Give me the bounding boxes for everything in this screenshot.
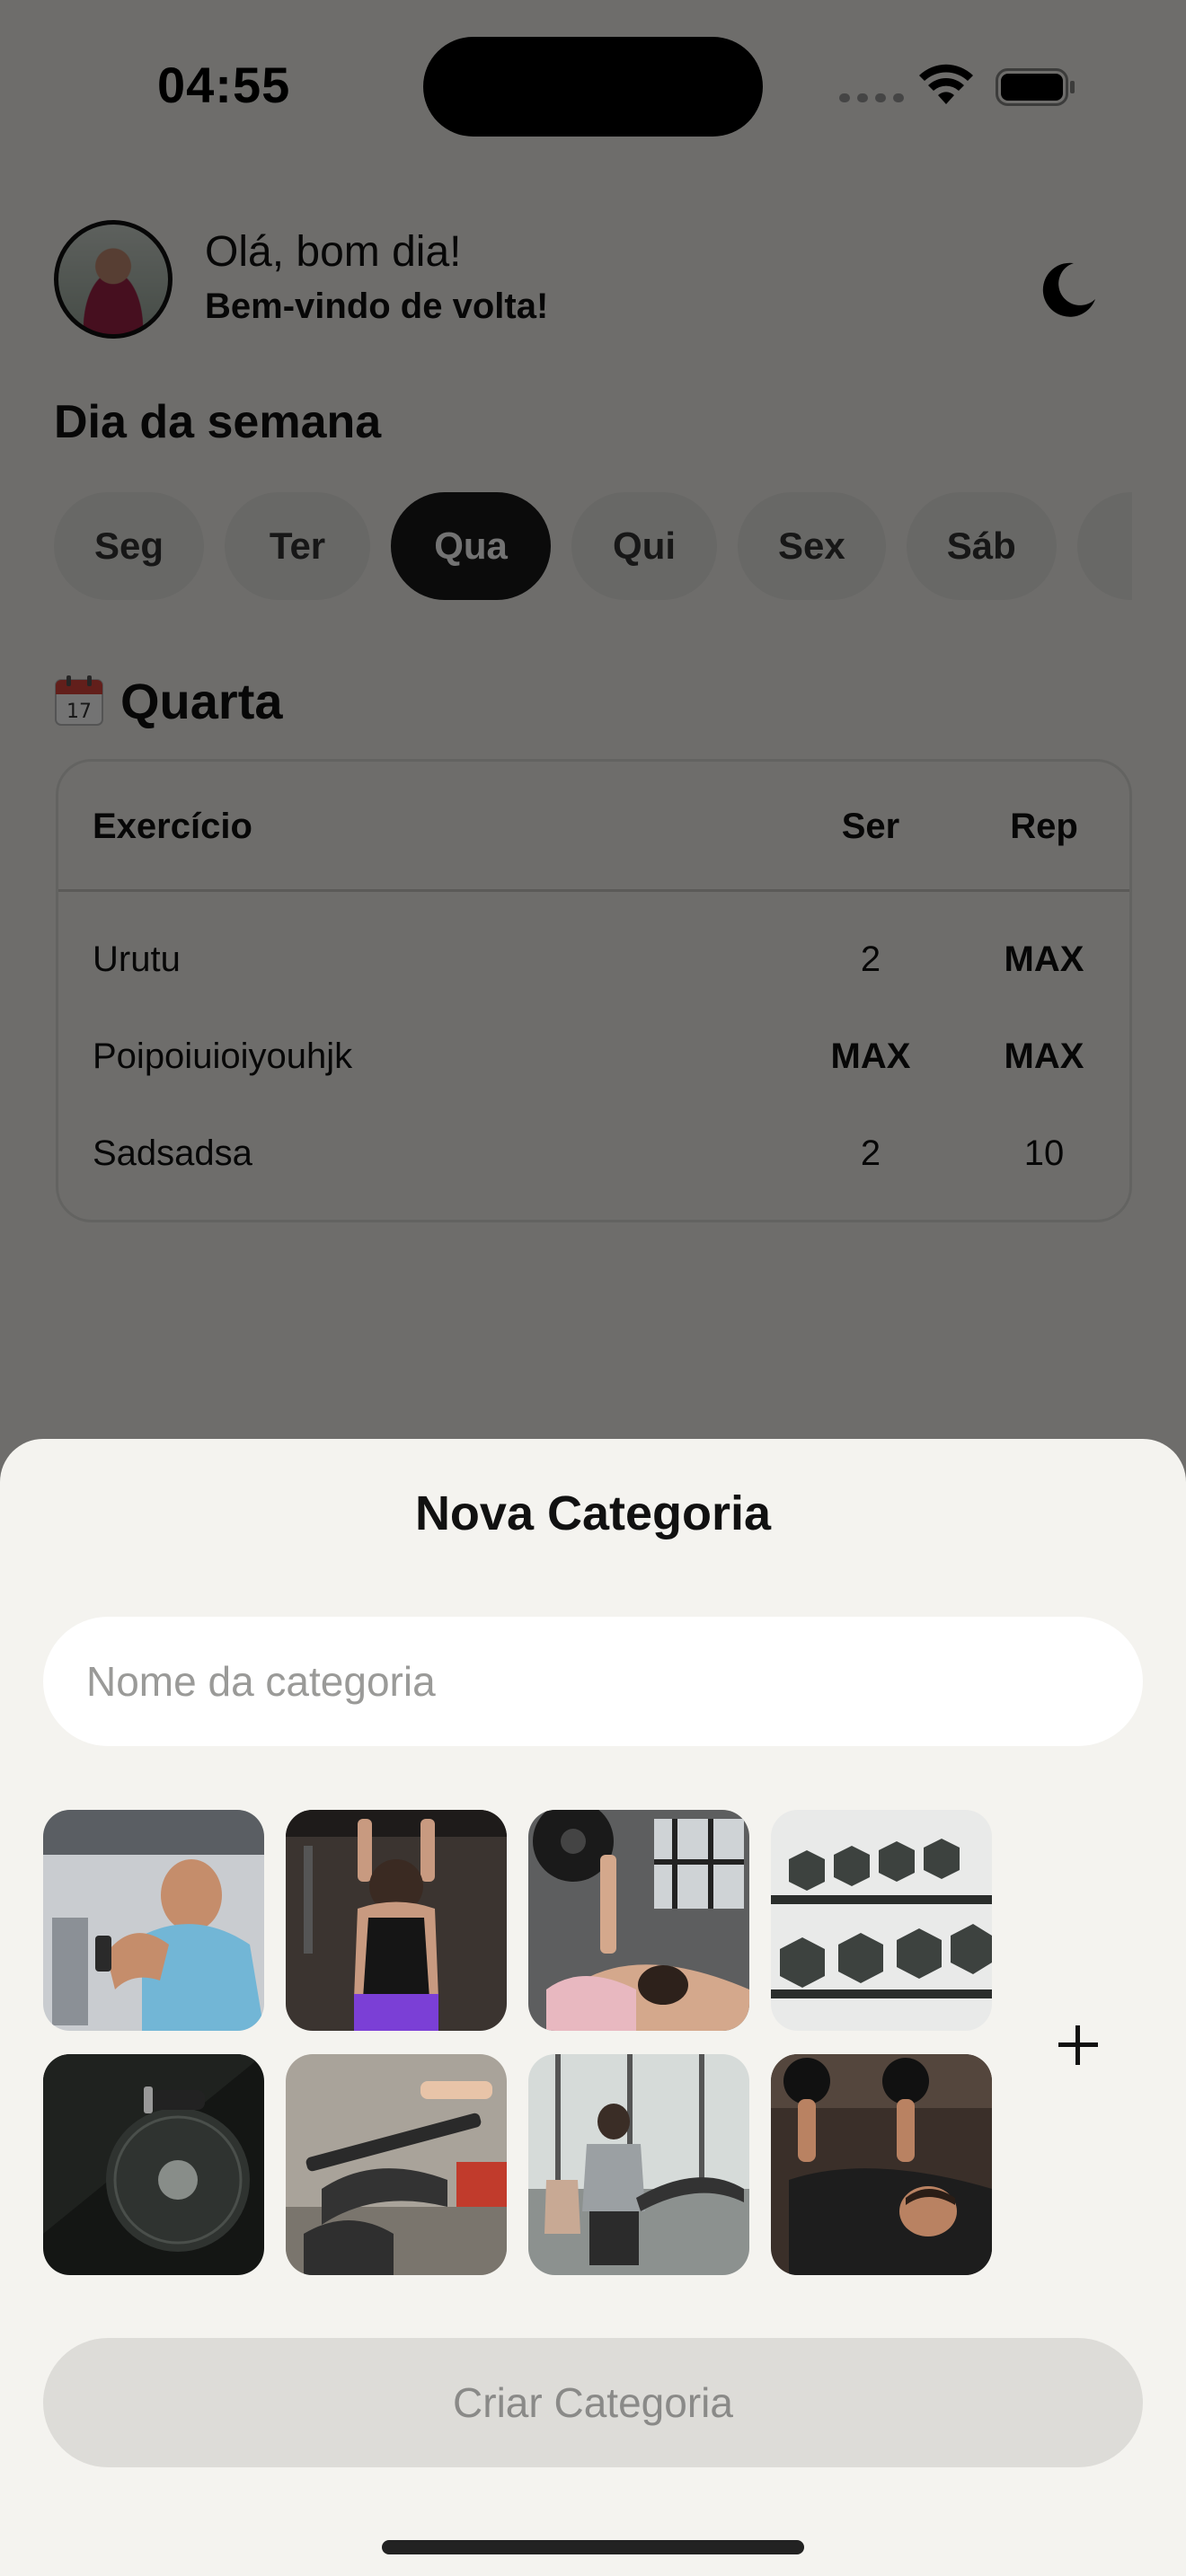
table-row[interactable]: Poipoiuioiyouhjk MAX MAX [58,1011,1129,1108]
day-chip-qui[interactable]: Qui [571,492,718,600]
new-category-sheet: Nova Categoria Nome da categoria Criar C… [0,1439,1186,2576]
column-header-reps: Rep [1010,807,1078,846]
status-bar: 04:55 [0,0,1186,180]
category-name-input[interactable] [43,1617,1143,1746]
exercise-name: Poipoiuioiyouhjk [93,1037,353,1076]
cellular-signal-icon [839,93,904,102]
sets-value: 2 [860,1134,881,1173]
exercise-name: Sadsadsa [93,1134,252,1173]
weekday-selector: Seg Ter Qua Qui Sex Sáb [54,492,1132,602]
status-time: 04:55 [157,57,291,113]
selected-day-heading: 17 Quarta [54,672,283,729]
workout-table: Exercício Ser Rep Urutu 2 MAX Poipoiuioi… [56,759,1132,1222]
header: Olá, bom dia! Bem-vindo de volta! [54,220,1132,341]
cable-curl-man-photo[interactable] [43,1810,264,2031]
home-indicator [382,2540,804,2554]
exercise-name: Urutu [93,940,181,979]
plus-icon[interactable] [1051,2018,1105,2072]
dumbbell-rack-photo[interactable] [771,1810,992,2031]
column-header-sets: Ser [841,807,900,846]
day-chip-qua[interactable]: Qua [391,492,552,600]
avatar[interactable] [54,220,173,339]
dynamic-island [423,37,763,137]
image-picker-grid [43,1810,999,2275]
column-header-exercise: Exercício [93,807,252,846]
sets-value: 2 [860,940,881,979]
wifi-icon [919,64,973,104]
greeting-text: Olá, bom dia! [205,228,462,276]
selected-day-name: Quarta [120,672,283,729]
create-category-button[interactable]: Criar Categoria [43,2338,1143,2467]
day-chip-sab[interactable]: Sáb [906,492,1057,600]
treadmill-gym-photo[interactable] [528,2054,749,2275]
welcome-text: Bem-vindo de volta! [205,287,549,326]
barbell-bench-woman-photo[interactable] [528,1810,749,2031]
reps-value: 10 [1023,1134,1065,1173]
weight-plate-photo[interactable] [43,2054,264,2275]
sheet-title: Nova Categoria [414,1486,772,1540]
day-chip-seg[interactable]: Seg [54,492,205,600]
calendar-icon: 17 [55,675,103,726]
dumbbell-press-man-photo[interactable] [771,2054,992,2275]
day-chip-ter[interactable]: Ter [225,492,371,600]
battery-icon [996,68,1075,106]
reps-value: MAX [1004,940,1084,979]
sets-value: MAX [830,1037,911,1076]
weekday-section-title: Dia da semana [54,396,382,448]
day-chip-sex[interactable]: Sex [738,492,886,600]
pullup-woman-photo[interactable] [286,1810,507,2031]
table-header: Exercício Ser Rep [58,762,1129,892]
table-row[interactable]: Urutu 2 MAX [58,914,1129,1011]
table-row[interactable]: Sadsadsa 2 10 [58,1108,1129,1205]
moon-icon[interactable] [1038,258,1101,321]
leg-press-photo[interactable] [286,2054,507,2275]
day-chip-partial[interactable] [1076,492,1132,600]
svg-text:17: 17 [66,701,92,723]
reps-value: MAX [1004,1037,1084,1076]
